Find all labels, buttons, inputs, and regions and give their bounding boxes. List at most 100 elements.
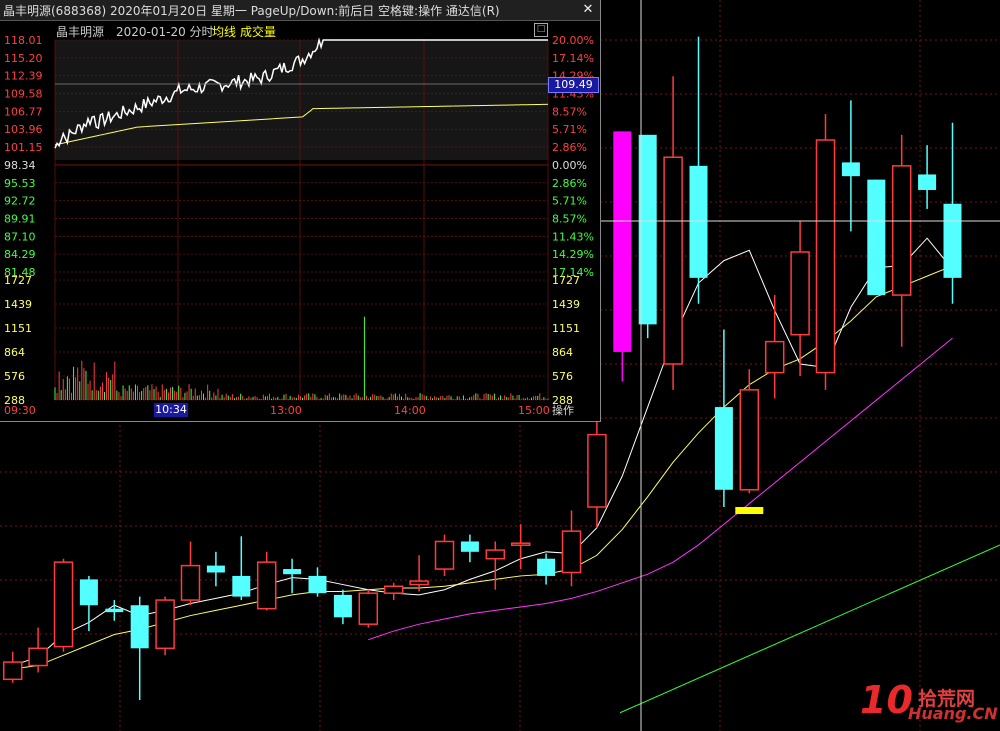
candle[interactable] bbox=[180, 541, 201, 606]
candle[interactable] bbox=[283, 558, 302, 594]
candle-body bbox=[2, 661, 23, 681]
candle[interactable] bbox=[206, 551, 225, 587]
candle[interactable] bbox=[434, 534, 455, 576]
pct-label: 0.00% bbox=[552, 159, 587, 172]
volume-label: 1151 bbox=[4, 322, 32, 335]
candle-body bbox=[561, 530, 582, 574]
candle[interactable] bbox=[918, 145, 937, 209]
price-label: 87.10 bbox=[4, 230, 36, 243]
candle[interactable] bbox=[409, 555, 429, 592]
time-label: 15:00 bbox=[518, 404, 550, 417]
candle[interactable] bbox=[790, 220, 810, 377]
candle[interactable] bbox=[53, 558, 74, 652]
stock-name: 晶丰明源 bbox=[56, 25, 105, 39]
pct-label: 2.86% bbox=[552, 141, 587, 154]
candle[interactable] bbox=[613, 131, 632, 382]
candle[interactable] bbox=[587, 407, 607, 528]
pct-label: 14.29% bbox=[552, 248, 594, 261]
candle-body bbox=[434, 540, 455, 570]
candle-body bbox=[587, 433, 607, 508]
candle[interactable] bbox=[764, 295, 785, 399]
volume-label: 1439 bbox=[552, 298, 580, 311]
candle-body bbox=[613, 131, 632, 352]
candle[interactable] bbox=[510, 524, 531, 570]
pct-label: 17.14% bbox=[552, 52, 594, 65]
price-label: 109.58 bbox=[4, 88, 43, 101]
volume-label: 864 bbox=[4, 346, 25, 359]
time-label: 14:00 bbox=[394, 404, 426, 417]
cursor-price-badge: 109.49 bbox=[548, 77, 599, 93]
watermark-en: Huang.CN bbox=[908, 704, 998, 723]
candle[interactable] bbox=[815, 114, 836, 390]
candle[interactable] bbox=[867, 179, 886, 296]
cursor-time-badge: 10:34 bbox=[154, 403, 188, 417]
intraday-chart[interactable]: 118.01115.20112.39109.58106.77103.96101.… bbox=[0, 0, 600, 421]
candle-body bbox=[537, 558, 556, 576]
volume-label: 576 bbox=[4, 370, 25, 383]
candle-body bbox=[739, 389, 760, 491]
candle[interactable] bbox=[155, 596, 175, 656]
candle-body bbox=[943, 203, 962, 278]
close-button[interactable]: ✕ bbox=[580, 2, 596, 18]
candle-body bbox=[232, 575, 251, 597]
candle[interactable] bbox=[537, 553, 556, 585]
candle[interactable] bbox=[485, 541, 506, 590]
operate-button[interactable]: 操作 bbox=[552, 402, 574, 418]
candle-body bbox=[714, 407, 733, 490]
candle-body bbox=[28, 647, 48, 667]
candle[interactable] bbox=[130, 596, 149, 700]
candle-body bbox=[891, 165, 912, 296]
candle[interactable] bbox=[561, 510, 582, 587]
popup-titlebar[interactable]: 晶丰明源(688368) 2020年01月20日 星期一 PageUp/Down… bbox=[0, 0, 600, 21]
candle-body bbox=[918, 174, 937, 190]
volume-label: 864 bbox=[552, 346, 573, 359]
volume-label: 成交量 bbox=[240, 25, 277, 39]
candle-body bbox=[308, 575, 327, 594]
price-label: 92.72 bbox=[4, 195, 36, 208]
pct-label: 5.71% bbox=[552, 123, 587, 136]
candle[interactable] bbox=[689, 36, 708, 304]
maximize-icon[interactable]: □ bbox=[534, 23, 548, 37]
candle-body bbox=[485, 549, 506, 560]
intraday-header: 晶丰明源 2020-01-20 分时 均线 成交量 bbox=[0, 21, 548, 39]
candle[interactable] bbox=[105, 600, 124, 621]
volume-label: 1727 bbox=[4, 274, 32, 287]
price-label: 98.34 bbox=[4, 159, 36, 172]
candle[interactable] bbox=[739, 369, 760, 494]
candle-body bbox=[689, 165, 708, 278]
candle-body bbox=[79, 579, 98, 606]
candle[interactable] bbox=[358, 589, 379, 628]
popup-title: 晶丰明源(688368) 2020年01月20日 星期一 PageUp/Down… bbox=[3, 4, 500, 18]
candle[interactable] bbox=[308, 567, 327, 597]
pct-label: 8.57% bbox=[552, 105, 587, 118]
price-label: 103.96 bbox=[4, 123, 43, 136]
price-label: 89.91 bbox=[4, 212, 36, 225]
candle[interactable] bbox=[891, 134, 912, 347]
intraday-popup[interactable]: 118.01 115.20 112.39 109.58 106.77 103.96 101.… bbox=[0, 0, 601, 422]
candle[interactable] bbox=[943, 122, 962, 304]
candle-body bbox=[358, 592, 379, 625]
candle[interactable] bbox=[383, 582, 404, 601]
candle[interactable] bbox=[841, 100, 860, 232]
candle-body bbox=[510, 542, 531, 546]
candle[interactable] bbox=[460, 534, 479, 563]
candle[interactable] bbox=[256, 551, 277, 611]
pct-label: 11.43% bbox=[552, 230, 594, 243]
candle-body bbox=[180, 564, 201, 601]
candle[interactable] bbox=[79, 575, 98, 632]
low-marker bbox=[735, 507, 764, 515]
candle[interactable] bbox=[714, 329, 733, 508]
pct-label: 20.00% bbox=[552, 34, 594, 47]
candle-body bbox=[130, 605, 149, 649]
candle[interactable] bbox=[663, 76, 683, 390]
time-label: 09:30 bbox=[4, 404, 36, 417]
candle-body bbox=[155, 599, 175, 650]
volume-label: 1151 bbox=[552, 322, 580, 335]
candle-body bbox=[460, 541, 479, 552]
candle-body bbox=[663, 156, 683, 365]
candle[interactable] bbox=[2, 651, 23, 683]
price-label: 106.77 bbox=[4, 105, 43, 118]
candle[interactable] bbox=[232, 536, 251, 601]
candle[interactable] bbox=[333, 589, 352, 625]
candle-body bbox=[790, 251, 810, 336]
